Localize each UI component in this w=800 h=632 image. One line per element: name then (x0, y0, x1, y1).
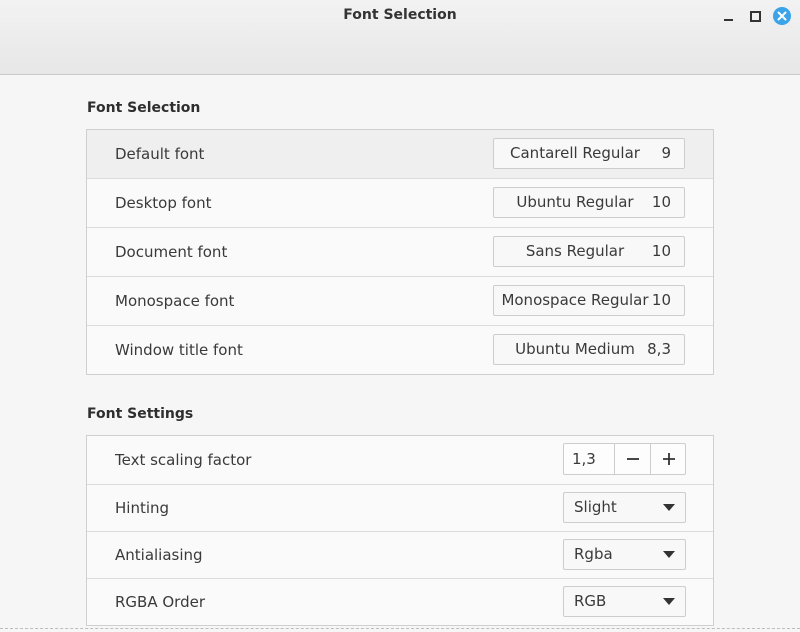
hinting-dropdown[interactable]: Slight (563, 492, 686, 523)
text-scaling-spinner: 1,3 (563, 443, 686, 475)
font-size: 8,3 (647, 340, 671, 358)
bottom-edge (0, 628, 800, 629)
rgba-order-dropdown[interactable]: RGB (563, 586, 686, 617)
font-name: Cantarell Regular (510, 144, 640, 162)
window-title-font-row: Window title font Ubuntu Medium 8,3 (87, 326, 713, 374)
maximize-button[interactable] (745, 6, 765, 26)
rgba-order-value: RGB (574, 592, 607, 610)
window-title-font-label: Window title font (115, 341, 243, 359)
desktop-font-row: Desktop font Ubuntu Regular 10 (87, 179, 713, 228)
antialiasing-row: Antialiasing Rgba (87, 532, 713, 579)
font-settings-card: Text scaling factor 1,3 Hinting Slight A… (86, 435, 714, 626)
font-size: 9 (661, 144, 671, 162)
font-name: Sans Regular (525, 242, 625, 260)
font-name: Ubuntu Medium (515, 340, 635, 358)
hinting-label: Hinting (115, 499, 170, 517)
font-name: Monospace Regular (501, 291, 649, 309)
window-title-font-button[interactable]: Ubuntu Medium 8,3 (493, 334, 685, 365)
text-scaling-label: Text scaling factor (115, 451, 252, 469)
document-font-label: Document font (115, 243, 228, 261)
dropdown-arrow-icon (663, 504, 675, 511)
font-size: 10 (651, 193, 671, 211)
minimize-button[interactable] (718, 6, 738, 26)
plus-icon (663, 453, 675, 465)
font-settings-heading: Font Settings (87, 406, 194, 422)
font-size: 10 (651, 291, 671, 309)
desktop-font-label: Desktop font (115, 194, 212, 212)
hinting-row: Hinting Slight (87, 485, 713, 532)
default-font-row: Default font Cantarell Regular 9 (87, 130, 713, 179)
maximize-icon (749, 10, 761, 22)
dropdown-arrow-icon (663, 551, 675, 558)
close-icon (773, 7, 791, 25)
default-font-label: Default font (115, 145, 205, 163)
window-title: Font Selection (343, 7, 457, 23)
hinting-value: Slight (574, 498, 617, 516)
text-scaling-row: Text scaling factor 1,3 (87, 436, 713, 485)
title-bar: Font Selection (0, 0, 800, 75)
minimize-icon (723, 19, 733, 21)
rgba-order-label: RGBA Order (115, 593, 205, 611)
font-selection-heading: Font Selection (87, 100, 201, 116)
antialiasing-label: Antialiasing (115, 546, 203, 564)
dropdown-arrow-icon (663, 598, 675, 605)
monospace-font-row: Monospace font Monospace Regular 10 (87, 277, 713, 326)
font-name: Ubuntu Regular (516, 193, 634, 211)
increment-button[interactable] (650, 444, 687, 474)
document-font-button[interactable]: Sans Regular 10 (493, 236, 685, 267)
default-font-button[interactable]: Cantarell Regular 9 (493, 138, 685, 169)
antialiasing-value: Rgba (574, 545, 613, 563)
font-size: 10 (651, 242, 671, 260)
text-scaling-input[interactable]: 1,3 (572, 444, 596, 474)
minus-icon (627, 458, 639, 460)
monospace-font-label: Monospace font (115, 292, 235, 310)
rgba-order-row: RGBA Order RGB (87, 579, 713, 625)
monospace-font-button[interactable]: Monospace Regular 10 (493, 285, 685, 316)
antialiasing-dropdown[interactable]: Rgba (563, 539, 686, 570)
decrement-button[interactable] (614, 444, 651, 474)
close-button[interactable] (772, 6, 792, 26)
desktop-font-button[interactable]: Ubuntu Regular 10 (493, 187, 685, 218)
font-selection-card: Default font Cantarell Regular 9 Desktop… (86, 129, 714, 375)
document-font-row: Document font Sans Regular 10 (87, 228, 713, 277)
